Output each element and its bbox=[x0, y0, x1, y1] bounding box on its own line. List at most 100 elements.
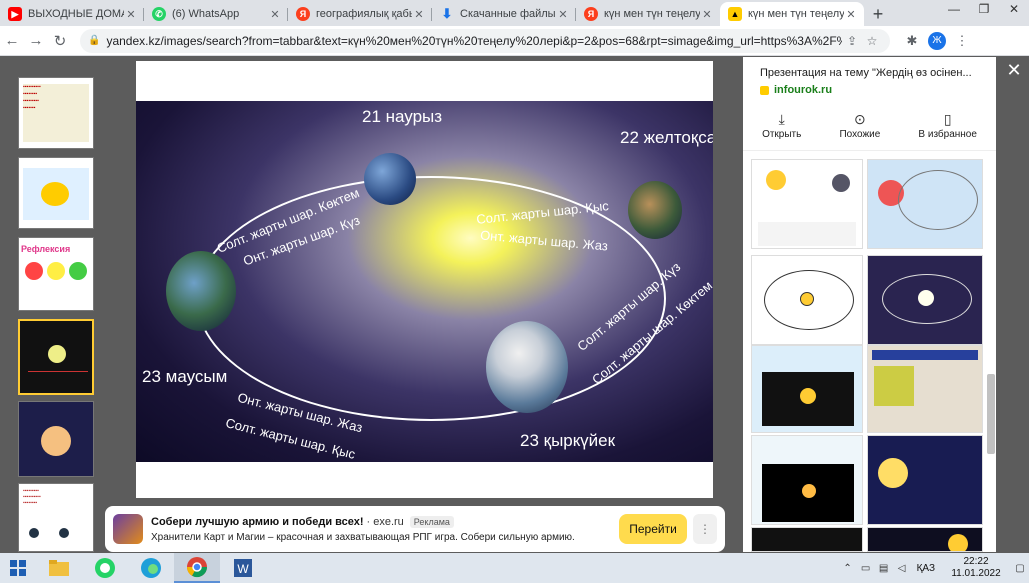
thumbnail-strip: ▪▪▪▪▪▪▪▪▪▪ ▪▪▪▪▪▪▪▪ ▪▪▪▪▪▪▪▪▪ ▪▪▪▪▪▪▪ Рефле… bbox=[18, 57, 94, 552]
new-tab-button[interactable]: + bbox=[864, 2, 892, 26]
lock-icon[interactable]: 🔒 bbox=[88, 35, 100, 46]
start-button[interactable] bbox=[0, 553, 36, 583]
system-tray: ⌃ ▭ ▤ ◁ ҚАЗ 22:22 11.01.2022 ▢ bbox=[839, 553, 1029, 583]
address-bar[interactable]: 🔒 yandex.kz/images/search?from=tabbar&te… bbox=[80, 28, 890, 53]
whatsapp-icon bbox=[95, 558, 115, 578]
thumbnail[interactable] bbox=[18, 401, 94, 477]
similar-image[interactable] bbox=[751, 255, 863, 345]
bookmark-star-icon[interactable]: ☆ bbox=[862, 34, 882, 48]
tab-title: географиялық қабықтың bbox=[316, 8, 412, 20]
taskbar-whatsapp[interactable] bbox=[82, 553, 128, 583]
download-icon: ⬇ bbox=[441, 6, 453, 21]
ad-more-icon[interactable]: ⋮ bbox=[693, 514, 717, 544]
clock[interactable]: 22:22 11.01.2022 bbox=[941, 556, 1011, 580]
similar-image[interactable] bbox=[867, 435, 983, 525]
close-viewer-icon[interactable]: ✕ bbox=[1003, 59, 1025, 81]
similar-image[interactable] bbox=[751, 527, 863, 552]
yandex-icon: Я bbox=[584, 7, 598, 21]
close-window-icon[interactable]: ✕ bbox=[999, 0, 1029, 24]
label-december: 22 желтоқсан bbox=[620, 128, 713, 147]
ad-description: Хранители Карт и Магии – красочная и зах… bbox=[151, 531, 575, 543]
svg-text:W: W bbox=[237, 562, 249, 576]
chrome-icon bbox=[186, 557, 208, 578]
ad-go-button[interactable]: Перейти bbox=[619, 514, 687, 544]
earth-june bbox=[166, 251, 236, 331]
close-tab-icon[interactable]: ✕ bbox=[556, 8, 570, 21]
forward-icon[interactable]: → bbox=[24, 32, 48, 49]
tab-yandex-search[interactable]: Я күн мен түн теңелу ле ✕ bbox=[576, 2, 720, 26]
source-title[interactable]: Презентация на тему "Жердің өз осінен... bbox=[760, 67, 980, 79]
yandex-icon: Я bbox=[296, 7, 310, 21]
word-icon: W bbox=[234, 559, 252, 577]
similar-button[interactable]: ⊙ Похожие bbox=[839, 111, 880, 150]
menu-icon[interactable]: ⋮ bbox=[950, 33, 974, 49]
tab-downloads[interactable]: ⬇ Скачанные файлы ✕ bbox=[432, 2, 576, 26]
similar-image[interactable] bbox=[751, 435, 863, 525]
chevron-up-icon[interactable]: ⌃ bbox=[839, 563, 857, 574]
label-june: 23 маусым bbox=[142, 367, 228, 386]
network-icon[interactable]: ▤ bbox=[875, 563, 893, 574]
similar-image[interactable] bbox=[867, 159, 983, 249]
thumbnail[interactable]: ▪▪▪▪▪▪▪▪▪ ▪▪▪▪▪▪▪▪▪▪ ▪▪▪▪▪▪▪▪ bbox=[18, 483, 94, 552]
image-info-panel: Презентация на тему "Жердің өз осінен...… bbox=[743, 57, 996, 552]
language-indicator[interactable]: ҚАЗ bbox=[917, 563, 935, 574]
tab-youtube[interactable]: ▶ ВЫХОДНЫЕ ДОМА: 10 ✕ bbox=[0, 2, 144, 26]
extensions-icon[interactable]: ✱ bbox=[900, 33, 924, 49]
main-image-equinox-diagram[interactable]: 21 наурыз 22 желтоқсан 23 маусым 23 қырк… bbox=[136, 101, 713, 462]
volume-icon[interactable]: ◁ bbox=[893, 563, 911, 574]
label-september: 23 қыркүйек bbox=[520, 431, 616, 450]
notifications-icon[interactable]: ▢ bbox=[1011, 563, 1029, 574]
ad-banner[interactable]: Собери лучшую армию и победи всех! · exe… bbox=[105, 506, 725, 552]
tab-yandex-geography[interactable]: Я географиялық қабықтың ✕ bbox=[288, 2, 432, 26]
favorite-button[interactable]: ▯ В избранное bbox=[918, 111, 977, 150]
taskbar-edge[interactable] bbox=[128, 553, 174, 583]
share-icon[interactable]: ⇪ bbox=[842, 34, 862, 48]
scrollbar-thumb[interactable] bbox=[987, 374, 995, 454]
tab-title: ВЫХОДНЫЕ ДОМА: 10 bbox=[28, 8, 124, 20]
tab-active-image[interactable]: ▲ күн мен түн теңелу ле ✕ bbox=[720, 2, 864, 26]
printer-icon[interactable]: ▭ bbox=[857, 563, 875, 574]
similar-image[interactable] bbox=[867, 345, 983, 433]
tab-title: күн мен түн теңелу ле bbox=[748, 8, 844, 20]
open-button[interactable]: ⤓ Открыть bbox=[762, 111, 801, 150]
browser-toolbar: ← → ↻ 🔒 yandex.kz/images/search?from=tab… bbox=[0, 26, 1029, 56]
clock-time: 22:22 bbox=[963, 556, 989, 567]
thumbnail[interactable]: ▪▪▪▪▪▪▪▪▪▪ ▪▪▪▪▪▪▪▪ ▪▪▪▪▪▪▪▪▪ ▪▪▪▪▪▪▪ bbox=[18, 77, 94, 149]
url-text[interactable]: yandex.kz/images/search?from=tabbar&text… bbox=[106, 34, 842, 48]
similar-image[interactable] bbox=[751, 345, 863, 433]
restore-icon[interactable]: ❐ bbox=[969, 0, 999, 24]
ad-title[interactable]: Собери лучшую армию и победи всех! bbox=[151, 516, 364, 528]
minimize-icon[interactable]: — bbox=[939, 0, 969, 24]
profile-avatar[interactable]: Ж bbox=[928, 31, 946, 50]
clock-date: 11.01.2022 bbox=[951, 568, 1001, 579]
tab-whatsapp[interactable]: ✆ (6) WhatsApp ✕ bbox=[144, 2, 288, 26]
source-site[interactable]: infourok.ru bbox=[760, 84, 832, 96]
image-viewer: ▪▪▪▪▪▪▪▪▪▪ ▪▪▪▪▪▪▪▪ ▪▪▪▪▪▪▪▪▪ ▪▪▪▪▪▪▪ Рефле… bbox=[0, 57, 1029, 552]
similar-image[interactable] bbox=[867, 527, 983, 552]
similar-image[interactable] bbox=[751, 159, 863, 249]
close-tab-icon[interactable]: ✕ bbox=[844, 8, 858, 21]
favorite-label: В избранное bbox=[918, 129, 977, 140]
panel-scrollbar[interactable] bbox=[987, 69, 995, 539]
taskbar-chrome[interactable] bbox=[174, 553, 220, 583]
ad-game-icon[interactable] bbox=[113, 514, 143, 544]
reload-icon[interactable]: ↻ bbox=[48, 32, 72, 50]
windows-logo-icon bbox=[10, 560, 26, 576]
close-tab-icon[interactable]: ✕ bbox=[268, 8, 282, 21]
thumbnail-selected[interactable] bbox=[18, 319, 94, 395]
earth-march bbox=[364, 153, 416, 205]
site-name[interactable]: infourok.ru bbox=[774, 84, 832, 96]
similar-label: Похожие bbox=[839, 129, 881, 140]
close-tab-icon[interactable]: ✕ bbox=[412, 8, 426, 21]
taskbar-word[interactable]: W bbox=[220, 553, 266, 583]
taskbar-file-explorer[interactable] bbox=[36, 553, 82, 583]
image-icon: ▲ bbox=[728, 7, 742, 21]
close-tab-icon[interactable]: ✕ bbox=[700, 8, 714, 21]
similar-image[interactable] bbox=[867, 255, 983, 345]
thumbnail[interactable]: Рефлексия bbox=[18, 237, 94, 311]
download-icon: ⤓ bbox=[778, 111, 785, 127]
back-icon[interactable]: ← bbox=[0, 32, 24, 49]
close-tab-icon[interactable]: ✕ bbox=[124, 8, 138, 21]
thumbnail[interactable] bbox=[18, 157, 94, 229]
ad-domain: · exe.ru bbox=[366, 515, 404, 528]
